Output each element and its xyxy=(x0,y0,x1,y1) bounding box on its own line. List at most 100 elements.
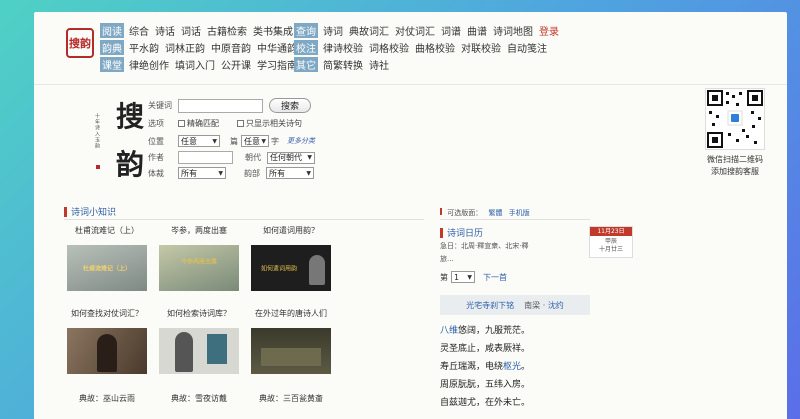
nav-link[interactable]: 诗社 xyxy=(369,57,389,72)
figure-shape xyxy=(261,348,321,366)
nav-link[interactable]: 曲格校验 xyxy=(415,40,455,55)
figure-shape xyxy=(175,332,193,372)
nav-link[interactable]: 词话 xyxy=(181,23,201,38)
dynasty-select[interactable]: 任何朝代 ▼ xyxy=(267,151,315,164)
calligraphy-logo: 搜 韵 十年诗入玉韵 xyxy=(90,95,150,195)
nav-link[interactable]: 词林正韵 xyxy=(165,40,205,55)
position-row: 位置 任意 ▼ 篇 任意 ▼ 字 更多分类 xyxy=(148,135,315,147)
nav-left: 阅读 综合 诗话 词话 古籍检索 类书集成 韵典 平水韵 词林正韵 中原音韵 中… xyxy=(100,22,303,73)
login-link[interactable]: 登录 xyxy=(539,23,559,38)
calligraphy-char-2: 韵 xyxy=(116,148,145,181)
keyword-input[interactable] xyxy=(178,98,263,113)
nav-link[interactable]: 诗词地图 xyxy=(493,23,533,38)
section-bar xyxy=(440,227,443,238)
exact-match-checkbox[interactable] xyxy=(178,120,185,127)
poem-keyword[interactable]: 枢光 xyxy=(503,362,521,372)
rhyme-label: 韵部 xyxy=(244,168,260,178)
nav-row-rhyme: 韵典 平水韵 词林正韵 中原音韵 中华通韵 xyxy=(100,39,303,56)
author-row: 作者 朝代 任何朝代 ▼ xyxy=(148,151,315,164)
exact-match-label: 精确匹配 xyxy=(187,119,219,128)
nav-link[interactable]: 学习指南 xyxy=(257,57,297,72)
chevron-down-icon: ▼ xyxy=(212,137,217,145)
knowledge-caption[interactable]: 典故：三百瓮黄齑 xyxy=(251,393,331,404)
figure-panel xyxy=(207,334,227,364)
knowledge-item[interactable]: 杜甫流难记（上） 杜甫流难记（上） xyxy=(67,225,147,291)
nav-tag-rhyme: 韵典 xyxy=(100,40,124,55)
nav-link[interactable]: 词格校验 xyxy=(369,40,409,55)
chevron-down-icon: ▼ xyxy=(307,154,312,161)
nav-link[interactable]: 诗词 xyxy=(323,23,343,38)
poem-text: 周原朊朊，五纬入房。 xyxy=(440,380,531,390)
nav-link[interactable]: 类书集成 xyxy=(253,23,293,38)
page-label: 第 xyxy=(440,272,448,282)
position-select[interactable]: 任意 ▼ xyxy=(178,135,220,147)
calendar-widget: 11月23日 甲辰 十月廿三 xyxy=(589,226,633,258)
poem-text: 悠阔，九服荒茫。 xyxy=(458,326,531,336)
knowledge-item[interactable]: 如何查找对仗词汇？ xyxy=(67,308,147,374)
poem-line: 周原朊朊，五纬入房。 xyxy=(440,377,530,390)
only-related-checkbox[interactable] xyxy=(237,120,244,127)
traditional-link[interactable]: 繁體 xyxy=(488,209,502,217)
nav-link[interactable]: 公开课 xyxy=(221,57,251,72)
knowledge-caption[interactable]: 典故：雪夜访戴 xyxy=(159,393,239,404)
form-label: 体裁 xyxy=(148,168,164,178)
nav-row-annotate: 校注 律诗校验 词格校验 曲格校验 对联校验 自动笺注 xyxy=(294,39,565,56)
page-select-value: 1 xyxy=(454,272,460,282)
article-label: 篇 xyxy=(230,136,238,146)
nav-link[interactable]: 律绝创作 xyxy=(129,57,169,72)
knowledge-item[interactable]: 在外过年的唐诗人们 xyxy=(251,308,331,374)
nav-link[interactable]: 诗话 xyxy=(155,23,175,38)
logo-text: 搜韵 xyxy=(69,36,91,50)
more-categories-link[interactable]: 更多分类 xyxy=(287,136,315,146)
form-select[interactable]: 所有 ▼ xyxy=(178,167,226,179)
version-label: 可选版面： xyxy=(447,209,483,217)
poem-text: 灵圣底止，咸表厥祥。 xyxy=(440,344,531,354)
nav-link[interactable]: 对仗词汇 xyxy=(395,23,435,38)
nav-link[interactable]: 中华通韵 xyxy=(257,40,297,55)
poem-title[interactable]: 光宅寺刹下铭 xyxy=(466,300,514,311)
poem-keyword[interactable]: 八维 xyxy=(440,326,458,336)
thumbnail-text: 岑参两度出塞 xyxy=(180,258,218,266)
nav-link[interactable]: 古籍检索 xyxy=(207,23,247,38)
nav-link[interactable]: 对联校验 xyxy=(461,40,501,55)
nav-link[interactable]: 中原音韵 xyxy=(211,40,251,55)
knowledge-caption: 在外过年的唐诗人们 xyxy=(255,309,327,318)
nav-link[interactable]: 填词入门 xyxy=(175,57,215,72)
rhyme-select-value: 所有 xyxy=(269,168,285,178)
nav-link[interactable]: 典故词汇 xyxy=(349,23,389,38)
page-select[interactable]: 1 ▼ xyxy=(451,271,475,283)
calendar-date: 11月23日 xyxy=(590,227,632,236)
nav-link[interactable]: 平水韵 xyxy=(129,40,159,55)
nav-link[interactable]: 简繁转换 xyxy=(323,57,363,72)
figure-shape xyxy=(97,334,117,372)
poem-line: 自兹迦尤，在外未亡。 xyxy=(440,395,530,408)
nav-link[interactable]: 曲谱 xyxy=(467,23,487,38)
knowledge-item[interactable]: 如何检索诗词库？ xyxy=(159,308,239,374)
nav-link[interactable]: 自动笺注 xyxy=(507,40,547,55)
knowledge-item[interactable]: 岑参，两度出塞 岑参两度出塞 xyxy=(159,225,239,291)
figure-shape xyxy=(309,255,325,285)
nav-tag-read: 阅读 xyxy=(100,23,124,38)
next-poem-link[interactable]: 下一首 xyxy=(483,272,507,283)
mobile-link[interactable]: 手机版 xyxy=(509,209,530,217)
knowledge-caption[interactable]: 典故：巫山云雨 xyxy=(67,393,147,404)
site-logo[interactable]: 搜韵 xyxy=(66,28,94,58)
search-button[interactable]: 搜索 xyxy=(269,98,311,113)
rhyme-select[interactable]: 所有 ▼ xyxy=(266,167,314,179)
knowledge-item[interactable]: 如何遣词用韵？ 如何遣词用韵 xyxy=(251,225,331,291)
nav-link[interactable]: 律诗校验 xyxy=(323,40,363,55)
author-input[interactable] xyxy=(178,151,233,164)
qr-caption-line1: 微信扫描二维码 xyxy=(707,155,763,164)
nav-right: 查询 诗词 典故词汇 对仗词汇 词谱 曲谱 诗词地图 登录 校注 律诗校验 词格… xyxy=(294,22,565,73)
calendar-title: 诗词日历 xyxy=(440,226,483,239)
poem-author[interactable]: 沈约 xyxy=(548,301,564,310)
calligraphy-char-1: 搜 xyxy=(116,100,145,133)
knowledge-thumbnail xyxy=(159,328,239,374)
only-related-label: 只显示相关诗句 xyxy=(246,119,302,128)
nav-link[interactable]: 词谱 xyxy=(441,23,461,38)
poem-line: 寿丘瑞溉，电绕枢光。 xyxy=(440,359,530,372)
char-select[interactable]: 任意 ▼ xyxy=(241,135,269,147)
nav-link[interactable]: 综合 xyxy=(129,23,149,38)
version-switch: 可选版面： 繁體 手机版 xyxy=(440,208,530,218)
thumbnail-text: 如何遣词用韵 xyxy=(260,265,298,273)
